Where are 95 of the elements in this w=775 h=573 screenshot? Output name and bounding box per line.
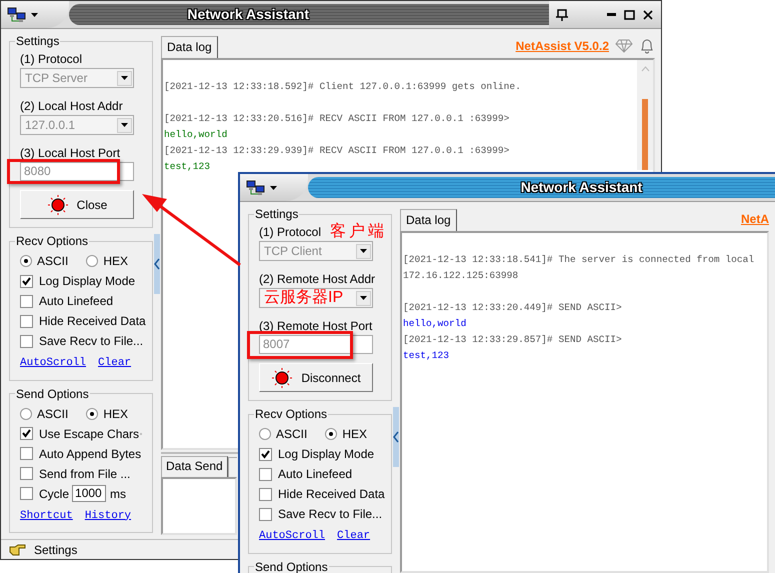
checkbox[interactable] [259,468,272,480]
checkbox[interactable] [20,334,33,348]
checkbox[interactable] [20,467,33,480]
network-monitors-icon[interactable] [246,180,266,196]
radio-button[interactable] [20,255,32,267]
radio-button[interactable] [325,428,338,440]
checkbox-label: Hide Received Data [278,486,385,503]
log-line: [2021-12-13 12:33:18.592]# Client 127.0.0.1:63999 gets online. [164,80,522,94]
field-label: (3) Local Host Port [20,145,122,162]
tab[interactable]: Data log [400,209,457,231]
group-title: Send Options [254,560,329,573]
radio-label: ASCII [37,253,68,270]
checkbox-label: Log Display Mode [39,273,136,290]
radio-button[interactable] [86,408,98,420]
close-icon[interactable] [643,10,653,20]
log-line: test,123 [403,349,450,363]
unit-label: ms [110,486,126,502]
group-title: Recv Options [15,234,90,248]
checkbox-label: Auto Append Bytes [39,446,142,462]
bell-icon[interactable] [639,38,655,54]
menu-caret-icon [270,186,277,190]
checkbox[interactable] [20,294,33,308]
scrollbar[interactable] [637,60,653,170]
checkbox-label: Save Recv to File... [39,333,144,350]
radio-button[interactable] [20,408,32,420]
link[interactable]: AutoScroll [259,528,326,544]
log-line: [2021-12-13 12:33:20.449]# SEND ASCII> [403,301,623,315]
field-label: (1) Protocol [259,224,322,241]
menu-caret-icon [31,12,38,16]
dropdown-caret-icon [360,296,367,300]
log-line: [2021-12-13 12:33:20.516]# RECV ASCII FROM 127.0.0.1 :63999> [164,112,510,126]
radio-label: ASCII [37,406,68,422]
checkbox[interactable] [20,447,33,460]
pointing-hand-icon[interactable] [9,544,26,556]
checkbox-label: Cycle [39,486,70,502]
group-title: Settings [254,207,300,221]
group-title: Send Options [15,386,90,400]
dropdown-caret-icon [121,123,128,127]
collapse-handle-icon[interactable] [154,234,160,294]
link[interactable]: History [84,508,132,524]
field-label: (1) Protocol [20,51,82,68]
log-line: hello,world [164,128,228,142]
link[interactable]: Shortcut [20,508,73,524]
field-label: (2) Remote Host Addr [259,271,376,288]
checkbox-label: Auto Linefeed [278,466,352,483]
field-label: (2) Local Host Addr [20,98,124,115]
checkbox[interactable] [20,274,33,288]
connect-button[interactable]: Close [20,190,134,219]
window-title: Network Assistant [520,178,642,197]
dropdown[interactable]: 云服务器IP [259,288,373,308]
radio-label: HEX [342,426,368,443]
network-monitors-icon[interactable] [7,6,27,22]
tab[interactable]: Data Send [161,456,228,477]
log-line: [2021-12-13 12:33:29.939]# RECV ASCII FROM 127.0.0.1 :63999> [164,144,510,158]
checkbox-label: Send from File ... [39,466,130,482]
log-line: test,123 [164,160,212,174]
checkbox-label: Log Display Mode [278,446,374,463]
dropdown-caret-icon [360,249,367,253]
log-line: [2021-12-13 12:33:18.541]# The server is connected from local 172.16.122.125:63998 [403,253,756,283]
checkbox[interactable] [259,508,272,520]
checkbox-label: Auto Linefeed [39,293,114,310]
dropdown-caret-icon [121,76,128,80]
pin-icon[interactable] [555,8,569,22]
checkbox[interactable] [20,487,33,500]
interval-field[interactable]: 1000 [72,485,106,502]
send-field[interactable] [161,477,237,535]
radio-button[interactable] [259,428,271,440]
diamond-icon[interactable] [615,39,633,53]
status-light-icon [271,366,294,388]
log-line: hello,world [403,317,468,331]
link[interactable]: Clear [98,355,132,372]
radio-label: ASCII [276,426,308,443]
log-line: [2021-12-13 12:33:29.857]# SEND ASCII> [403,333,623,347]
connect-button[interactable]: Disconnect [259,363,373,392]
checkbox-label: Use Escape Chars [39,426,140,442]
radio-label: HEX [103,406,128,422]
checkbox-label: Hide Received Data [39,313,146,330]
annotation-text: 客户端 [330,222,387,242]
tab[interactable]: Data log [161,36,218,58]
checkbox-label: Save Recv to File... [278,506,382,523]
group-title: Recv Options [254,407,328,421]
checkbox[interactable] [20,427,33,440]
radio-label: HEX [103,253,128,270]
status-light-icon [46,194,69,216]
window-title: Network Assistant [187,5,309,24]
status-text: Settings [34,542,78,558]
collapse-handle-icon[interactable] [393,407,399,467]
group-title: Settings [15,34,60,48]
radio-button[interactable] [86,255,98,267]
link[interactable]: AutoScroll [20,355,86,372]
checkbox[interactable] [20,314,33,328]
checkbox[interactable] [259,448,272,460]
checkbox[interactable] [259,488,272,500]
maximize-icon[interactable] [624,10,635,20]
link[interactable]: Clear [337,528,370,544]
